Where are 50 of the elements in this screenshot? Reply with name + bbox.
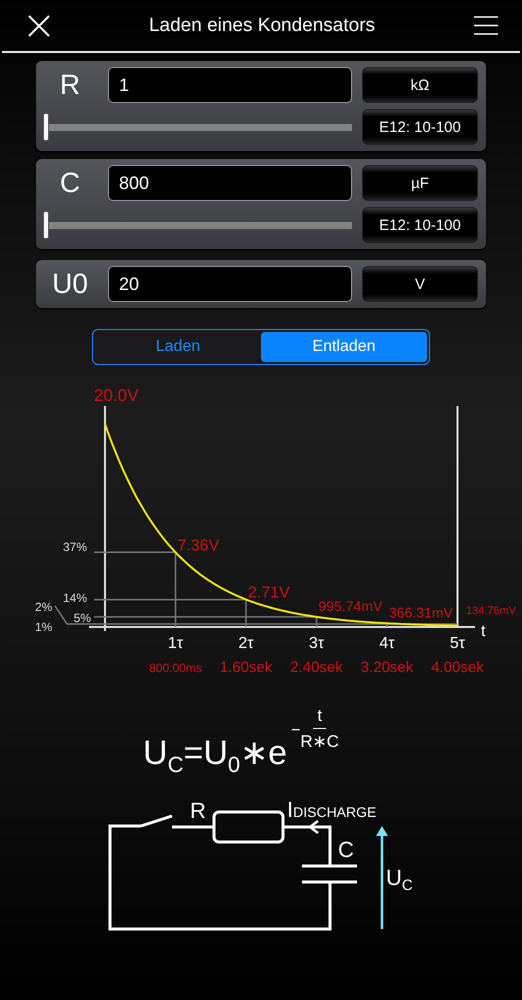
exponent-denominator: R∗C <box>300 731 339 752</box>
tau-label: 5τ <box>450 635 466 652</box>
exponent-sign: − <box>291 722 300 740</box>
voltage-label: U$_{C}$ <box>386 865 413 894</box>
percent-label: 2% <box>35 600 52 614</box>
percent-label: 1% <box>35 620 52 634</box>
capacitor-label: C <box>338 837 354 862</box>
voltage-label: 366.31mV <box>389 604 453 620</box>
unit-button[interactable]: kΩ <box>362 67 478 103</box>
tau-label: 1τ <box>168 635 184 652</box>
resistor-label: R <box>190 798 206 823</box>
mode-tab[interactable]: Entladen <box>261 332 427 362</box>
value-field[interactable]: 1 <box>108 67 352 103</box>
max-voltage-label: 20.0V <box>94 386 138 405</box>
unit-button[interactable]: V <box>362 266 478 302</box>
mode-tab[interactable]: Laden <box>95 332 261 362</box>
voltage-label: 995.74mV <box>318 598 382 614</box>
exponent-numerator: t <box>313 706 326 729</box>
time-label: 4.00sek <box>431 659 484 676</box>
parameter-symbol: U0 <box>51 268 89 300</box>
slider-thumb[interactable] <box>43 210 49 238</box>
percent-label: 37% <box>62 540 87 554</box>
window-title: Laden eines Kondensators <box>148 14 376 36</box>
resistor-symbol <box>212 810 284 844</box>
parameter-symbol: C <box>58 167 82 199</box>
tau-label: 3τ <box>308 635 324 652</box>
time-label: 2.40sek <box>290 659 343 676</box>
value-field[interactable]: 800 <box>108 165 352 201</box>
percent-label: 5% <box>74 611 91 625</box>
voltage-label: 7.36V <box>178 537 220 554</box>
parameter-symbol: R <box>58 69 82 101</box>
time-label: 800.00ms <box>149 661 202 675</box>
value-field[interactable]: 20 <box>108 266 352 302</box>
series-button[interactable]: E12: 10-100 <box>362 207 478 243</box>
voltage-label: 2.71V <box>248 584 290 602</box>
percent-label: 14% <box>62 591 87 605</box>
menu-icon[interactable] <box>474 16 498 35</box>
switch-icon <box>140 814 172 828</box>
capacitor-symbol <box>302 864 357 884</box>
series-button[interactable]: E12: 10-100 <box>362 109 478 145</box>
slider-thumb[interactable] <box>43 112 49 140</box>
tau-label: 4τ <box>379 635 395 652</box>
time-label: 3.20sek <box>360 659 414 676</box>
time-label: 1.60sek <box>220 659 272 676</box>
formula-text: U$_{C}$=U$_{0}$∗e <box>143 733 288 778</box>
axis-label: t <box>481 623 486 640</box>
voltage-label: 134.76mV <box>466 605 516 617</box>
unit-button[interactable]: µF <box>362 165 478 201</box>
tau-label: 2τ <box>238 635 254 652</box>
close-icon[interactable] <box>28 14 50 36</box>
